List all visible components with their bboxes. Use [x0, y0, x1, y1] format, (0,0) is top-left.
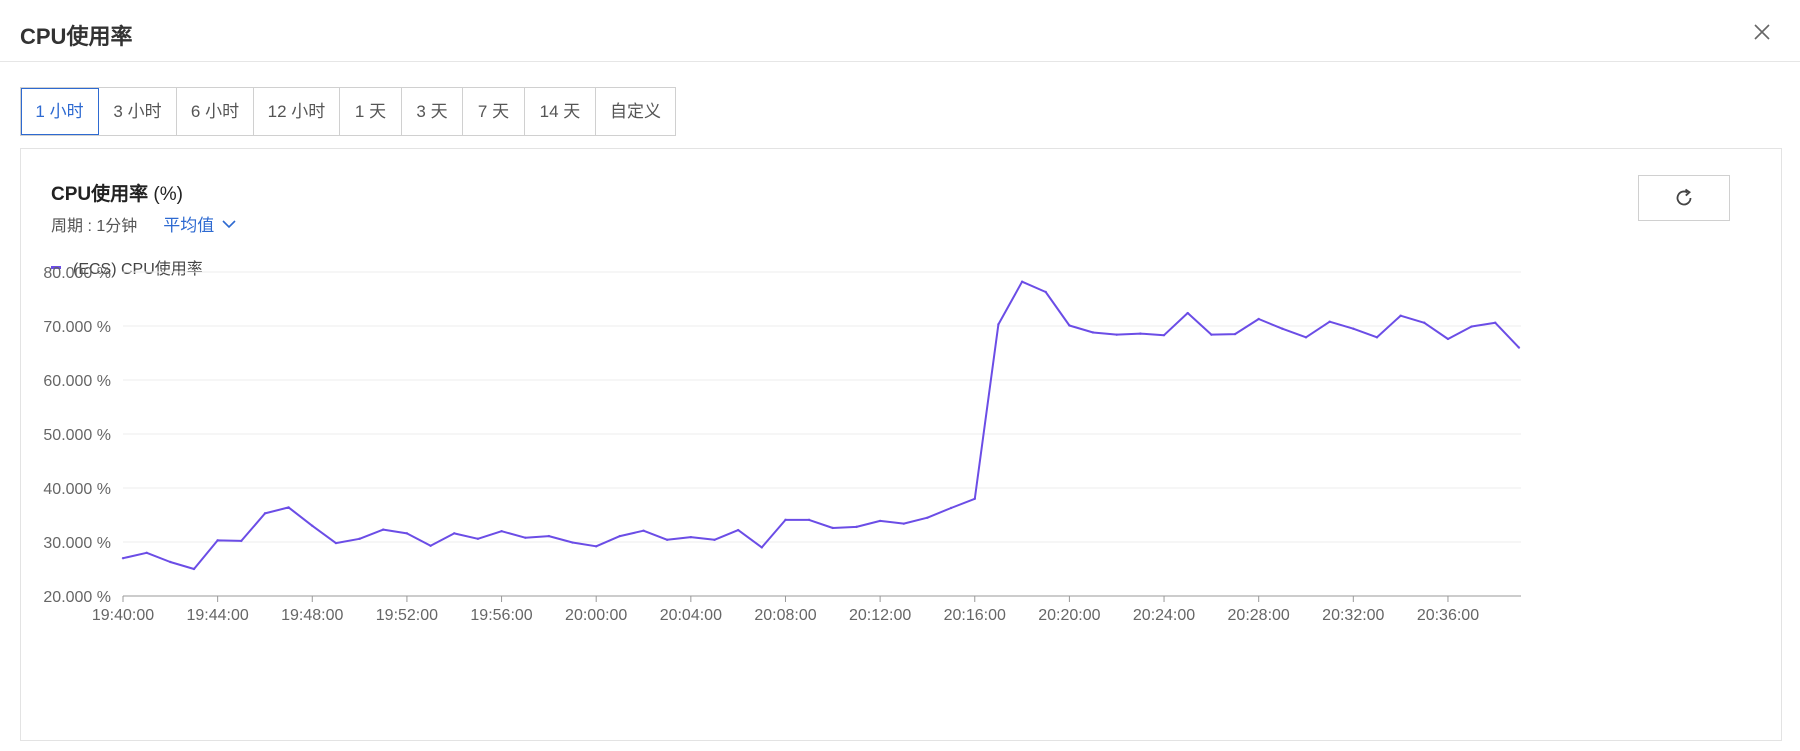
data-point [192, 567, 196, 571]
data-point [1517, 346, 1521, 349]
data-point [1304, 336, 1308, 339]
x-tick-label: 20:16:00 [944, 607, 1006, 624]
x-tick-label: 20:32:00 [1322, 607, 1384, 624]
y-tick-label: 50.000 % [43, 427, 111, 444]
tab-6-hours[interactable]: 6 小时 [177, 88, 254, 135]
time-range-tabs: 1 小时 3 小时 6 小时 12 小时 1 天 3 天 7 天 14 天 自定… [20, 87, 676, 136]
data-point [476, 537, 480, 540]
tab-custom[interactable]: 自定义 [596, 88, 675, 135]
chart-panel: CPU使用率 (%) 周期 : 1分钟 平均值 (ECS) CPU使用率 20.… [20, 148, 1782, 741]
x-tick-label: 20:04:00 [660, 607, 722, 624]
series-line [122, 280, 1520, 570]
data-point [1233, 332, 1237, 336]
x-tick-label: 19:44:00 [186, 607, 248, 624]
data-point [216, 539, 219, 542]
y-tick-label: 70.000 % [43, 319, 111, 336]
data-point [1091, 331, 1095, 334]
tab-1-hour[interactable]: 1 小时 [21, 88, 99, 135]
data-point [1186, 311, 1189, 315]
x-tick-label: 20:12:00 [849, 607, 911, 624]
data-point [1494, 321, 1497, 324]
x-tick-label: 20:24:00 [1133, 607, 1195, 624]
y-tick-label: 80.000 % [43, 265, 111, 282]
x-tick-label: 19:56:00 [470, 607, 532, 624]
data-point [997, 323, 1000, 326]
dialog-header: CPU使用率 [0, 0, 1800, 62]
data-point [1399, 314, 1402, 317]
data-point [1162, 333, 1166, 337]
close-icon[interactable] [1752, 22, 1772, 42]
data-point [595, 545, 598, 548]
data-point [311, 524, 314, 527]
data-point [1446, 337, 1450, 341]
data-point [1352, 327, 1355, 330]
data-point [405, 532, 409, 535]
data-point [524, 536, 527, 539]
data-point [1328, 320, 1331, 323]
tab-3-hours[interactable]: 3 小时 [99, 88, 177, 135]
data-point [618, 534, 622, 538]
data-point [1423, 321, 1426, 324]
data-point [145, 551, 148, 554]
y-tick-label: 30.000 % [43, 535, 111, 552]
data-point [689, 535, 693, 539]
y-tick-label: 40.000 % [43, 481, 111, 498]
data-point [1210, 333, 1213, 336]
data-point [807, 518, 811, 522]
data-point [855, 525, 858, 529]
x-tick-label: 19:40:00 [92, 607, 154, 624]
tab-3-days[interactable]: 3 天 [402, 88, 463, 135]
data-point [949, 506, 953, 510]
tab-12-hours[interactable]: 12 小时 [254, 88, 340, 135]
data-point [500, 530, 503, 533]
data-point [429, 544, 432, 547]
data-point [1044, 290, 1047, 294]
data-point [1115, 333, 1118, 336]
data-point [642, 529, 645, 532]
data-point [547, 534, 551, 538]
data-point [263, 512, 267, 515]
data-point [760, 546, 764, 549]
x-tick-label: 20:00:00 [565, 607, 627, 624]
data-point [453, 532, 456, 535]
data-point [287, 506, 290, 509]
tab-1-day[interactable]: 1 天 [340, 88, 402, 135]
data-point [973, 497, 976, 500]
data-point [665, 538, 669, 542]
dialog-title: CPU使用率 [20, 24, 133, 49]
data-point [169, 560, 172, 564]
x-tick-label: 20:36:00 [1417, 607, 1479, 624]
x-tick-label: 20:08:00 [754, 607, 816, 624]
data-point [240, 539, 243, 543]
data-point [1375, 336, 1379, 339]
tab-7-days[interactable]: 7 天 [463, 88, 525, 135]
data-point [713, 538, 716, 542]
data-point [1139, 332, 1142, 335]
x-tick-label: 20:28:00 [1228, 607, 1290, 624]
y-tick-label: 60.000 % [43, 373, 111, 390]
data-point [1020, 280, 1024, 283]
data-point [571, 541, 574, 544]
tab-14-days[interactable]: 14 天 [525, 88, 596, 135]
data-point [121, 557, 125, 560]
y-tick-label: 20.000 % [43, 589, 111, 606]
data-point [382, 528, 385, 531]
x-tick-label: 19:52:00 [376, 607, 438, 624]
x-tick-label: 19:48:00 [281, 607, 343, 624]
data-point [831, 526, 834, 530]
data-point [358, 537, 361, 540]
x-tick-label: 20:20:00 [1038, 607, 1100, 624]
data-point [784, 518, 787, 522]
data-point [926, 516, 929, 519]
data-point [1470, 325, 1473, 328]
data-point [902, 522, 905, 525]
data-point [878, 519, 882, 523]
data-point [1257, 317, 1260, 321]
data-point [334, 541, 338, 545]
line-chart[interactable]: 20.000 % 30.000 % 40.000 % 50.000 % 60.000 %… [21, 149, 1781, 740]
data-point [736, 528, 740, 532]
data-point [1068, 324, 1071, 327]
data-point [1281, 327, 1284, 330]
